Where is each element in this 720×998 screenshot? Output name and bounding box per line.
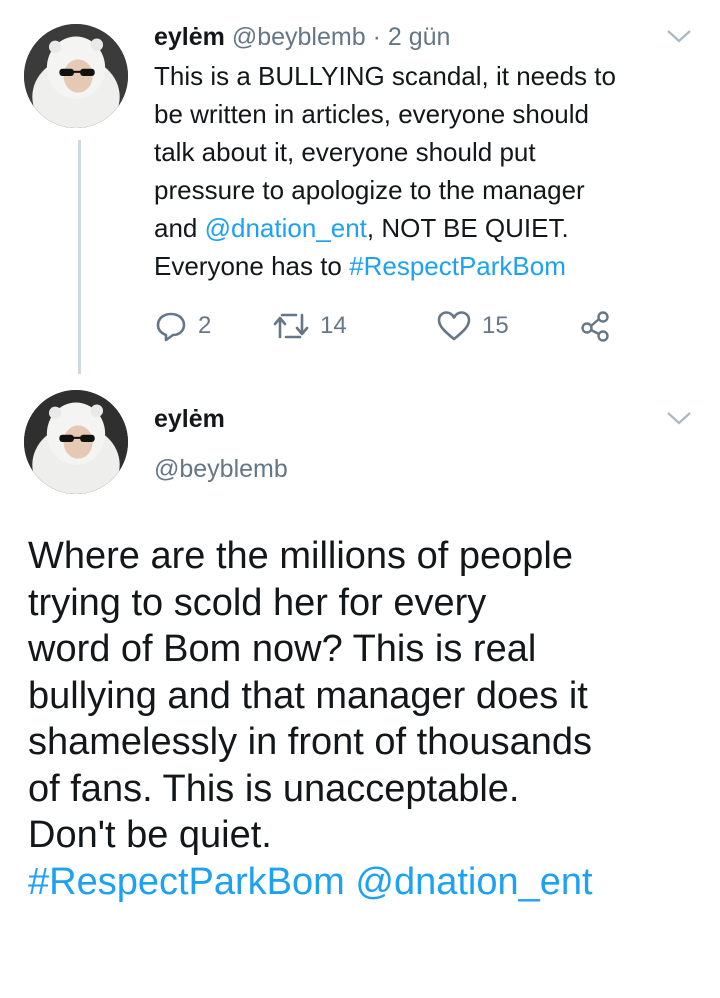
- text-line: be written in articles, everyone should: [154, 99, 590, 129]
- text-line: of fans. This is unacceptable.: [28, 767, 520, 810]
- text-line: pressure to apologize to the manager: [154, 175, 585, 205]
- hashtag-link[interactable]: #RespectParkBom: [349, 251, 566, 281]
- separator: ·: [365, 23, 388, 51]
- text-line: trying to scold her for every: [28, 581, 487, 624]
- share-icon: [578, 309, 612, 343]
- tweet-text: This is a BULLYING scandal, it needs to …: [154, 57, 684, 285]
- reply-icon: [154, 309, 188, 343]
- text-line: This is a BULLYING scandal, it needs to: [154, 61, 616, 91]
- display-name[interactable]: eylėm: [154, 23, 225, 51]
- text-fragment: Everyone has to: [154, 251, 350, 281]
- handle[interactable]: @beyblemb: [232, 23, 366, 51]
- tweet-text: Where are the millions of people trying …: [28, 533, 708, 905]
- text-line: word of Bom now? This is real: [28, 628, 537, 670]
- reply-count: 2: [198, 312, 212, 339]
- retweet-icon: [272, 309, 310, 343]
- retweet-button[interactable]: 14: [272, 306, 347, 346]
- text-line: talk about it, everyone should put: [154, 137, 536, 167]
- text-line: Where are the millions of people: [28, 535, 573, 577]
- text-line: Everyone has to #RespectParkBom: [154, 247, 684, 285]
- share-button[interactable]: [578, 306, 612, 346]
- like-button[interactable]: 15: [436, 306, 509, 346]
- mention-link[interactable]: @dnation_ent: [355, 861, 592, 903]
- retweet-count: 14: [320, 312, 347, 339]
- text-fragment: , NOT BE QUIET.: [366, 213, 569, 243]
- text-line: and @dnation_ent, NOT BE QUIET.: [154, 209, 684, 247]
- text-line: shamelessly in front of thousands: [28, 721, 592, 763]
- action-bar: 2 14 15: [154, 306, 634, 346]
- chevron-down-icon[interactable]: [664, 408, 694, 428]
- timestamp[interactable]: 2 gün: [388, 23, 451, 51]
- tweet-header: eylėm @beyblemb · 2 gün: [154, 20, 450, 54]
- display-name[interactable]: eylėm: [154, 402, 225, 436]
- text-fragment: and: [154, 213, 205, 243]
- hashtag-link[interactable]: #RespectParkBom: [28, 861, 345, 903]
- thread-line: [78, 140, 81, 374]
- heart-icon: [436, 309, 472, 343]
- like-count: 15: [482, 312, 509, 339]
- handle[interactable]: @beyblemb: [154, 452, 288, 486]
- reply-button[interactable]: 2: [154, 306, 211, 346]
- text-line: #RespectParkBom @dnation_ent: [28, 859, 708, 906]
- text-line: bullying and that manager does it: [28, 674, 588, 717]
- avatar[interactable]: [24, 24, 128, 128]
- avatar[interactable]: [24, 390, 128, 494]
- mention-link[interactable]: @dnation_ent: [205, 213, 367, 243]
- text-line: Don't be quiet.: [28, 814, 272, 856]
- chevron-down-icon[interactable]: [664, 26, 694, 46]
